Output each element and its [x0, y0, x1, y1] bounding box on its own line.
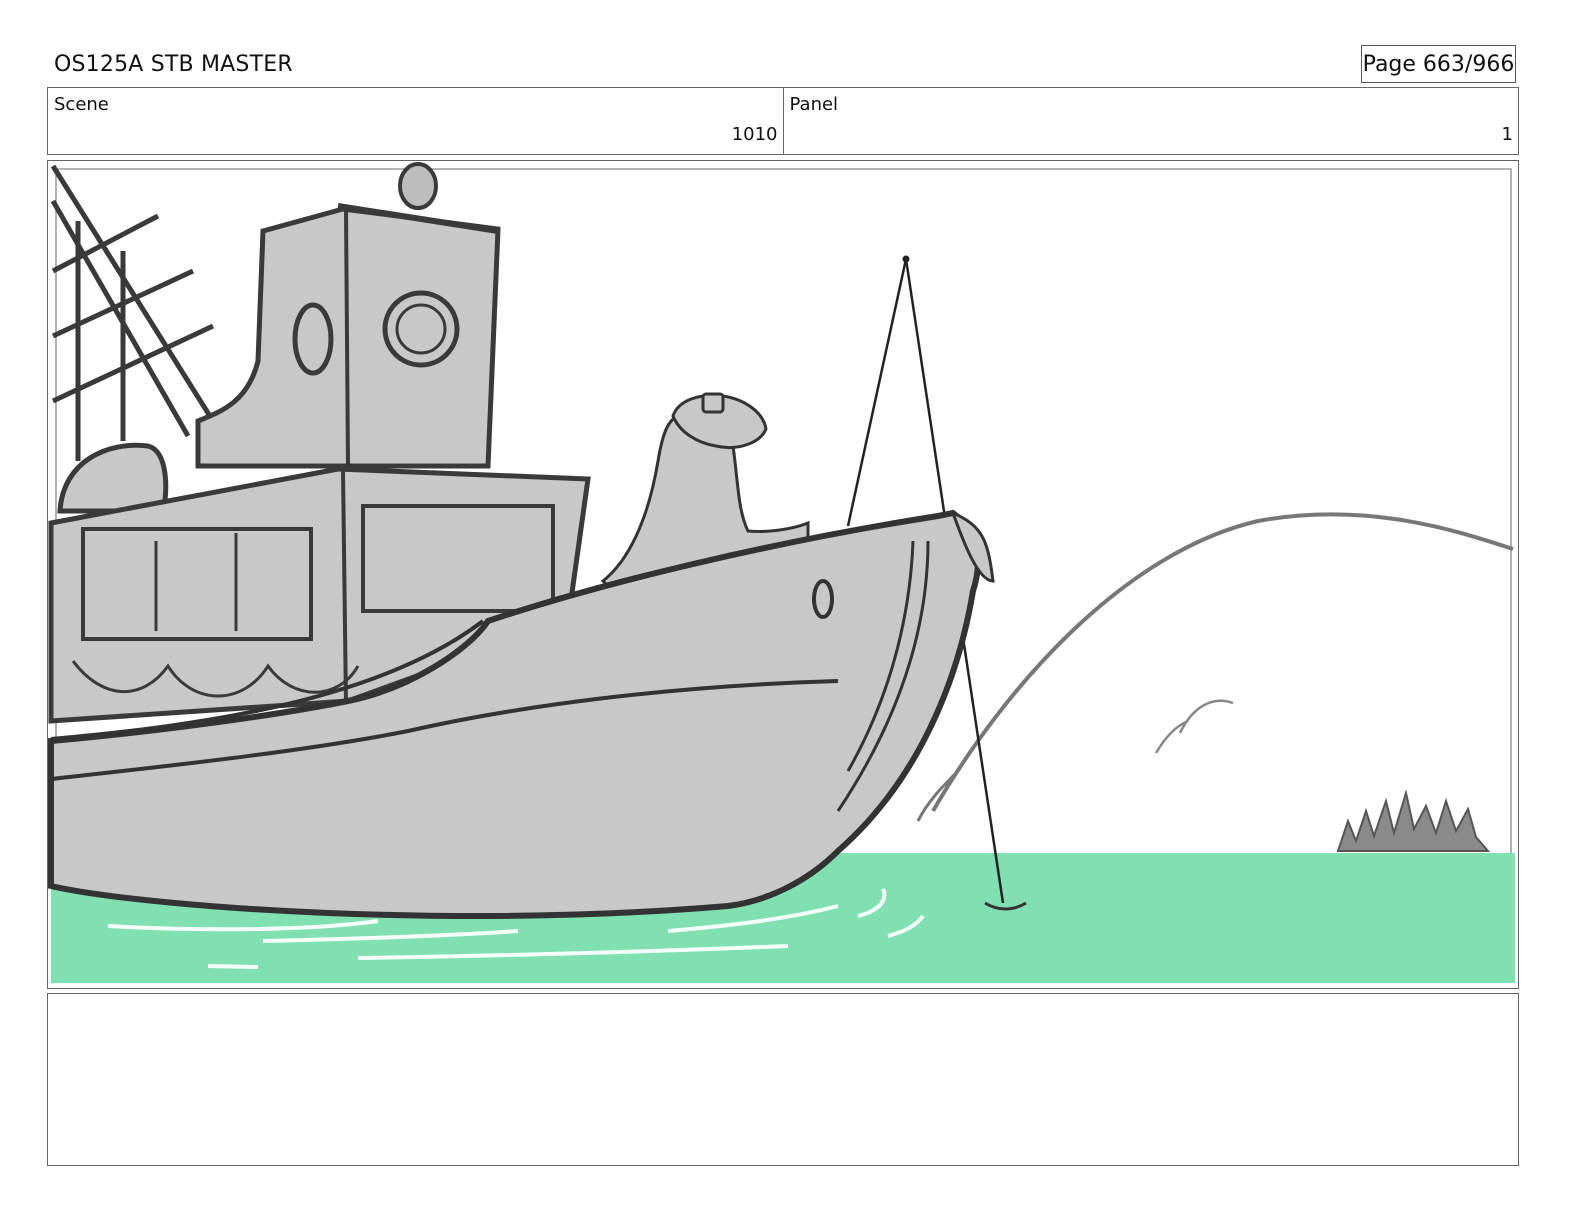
hill-outline: [931, 512, 1514, 812]
scene-value: 1010: [731, 124, 778, 145]
searchlight: [398, 162, 438, 210]
panel-cell: Panel 1: [782, 88, 1519, 154]
scene-label: Scene: [54, 94, 109, 115]
page-number-badge: Page 663/966: [1361, 45, 1516, 83]
bird-sketch: [1154, 699, 1234, 754]
storyboard-panel-frame: [47, 160, 1519, 989]
panel-value: 1: [1501, 124, 1513, 145]
panel-notes-box: [47, 993, 1519, 1166]
grass-tuft: [1336, 789, 1491, 852]
porthole-left: [292, 302, 334, 376]
panel-label: Panel: [789, 94, 839, 115]
mast-rigging: [50, 164, 216, 461]
scene-cell: Scene 1010: [48, 88, 783, 154]
storyboard-sketch: [48, 162, 1515, 983]
scene-panel-info-row: Scene 1010 Panel 1: [47, 87, 1519, 155]
fishing-rod: [846, 258, 908, 527]
document-title: OS125A STB MASTER: [54, 52, 293, 77]
